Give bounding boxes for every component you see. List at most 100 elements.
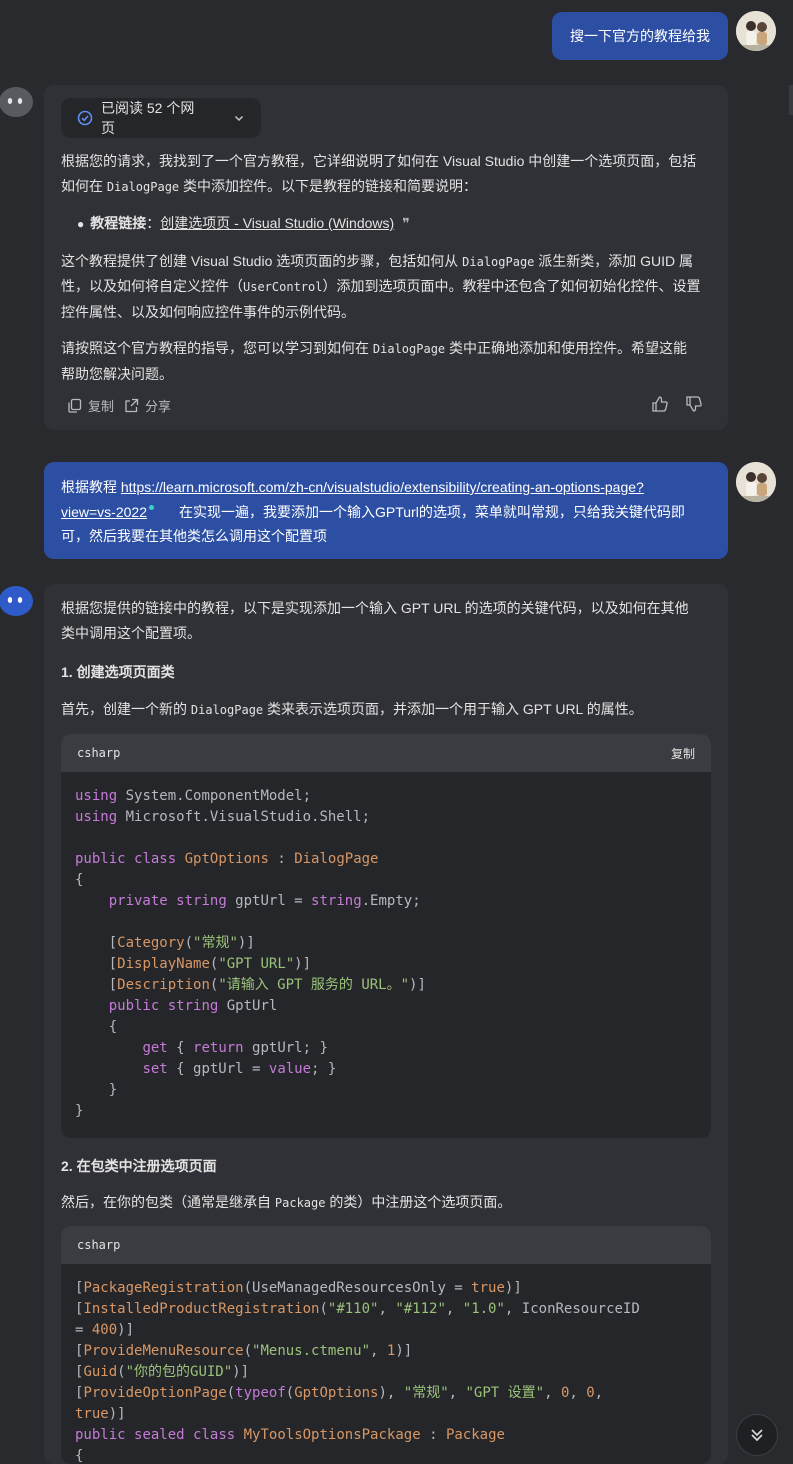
code-token: "你的包的GUID" [125, 1364, 233, 1380]
code-line: public string GptUrl [75, 996, 697, 1017]
code-token: .Empty; [361, 893, 421, 909]
paragraph: 帮助您解决问题。 [61, 365, 173, 382]
code-token: ; } [311, 1061, 337, 1077]
code-token: public [75, 1427, 126, 1443]
scroll-to-bottom-button[interactable] [736, 1414, 778, 1456]
thumbs-down-icon[interactable] [685, 395, 703, 416]
user-avatar[interactable] [736, 11, 776, 51]
tutorial-link[interactable]: 创建选项页 - Visual Studio (Windows) [160, 215, 394, 231]
share-button[interactable]: 分享 [124, 396, 171, 415]
code-token: 400 [91, 1322, 118, 1338]
code-content: [PackageRegistration(UseManagedResources… [61, 1264, 711, 1464]
code-token: : [268, 851, 295, 867]
paragraph: 这个教程提供了创建 Visual Studio 选项页面的步骤，包括如何从 Di… [61, 252, 694, 269]
paragraph: 根据您的请求，我找到了一个官方教程，它详细说明了如何在 Visual Studi… [61, 153, 697, 169]
code-token: class [134, 851, 177, 867]
code-token: DisplayName [117, 956, 210, 972]
code-token: ProvideMenuResource [83, 1343, 244, 1359]
scrollbar-thumb[interactable] [789, 85, 793, 115]
code-token: { [75, 1019, 118, 1035]
code-token: , [378, 1301, 396, 1317]
code-line: using System.ComponentModel; [75, 786, 697, 807]
code-line: [PackageRegistration(UseManagedResources… [75, 1278, 697, 1299]
code-token: )] [108, 1406, 126, 1422]
check-circle-icon [77, 110, 93, 126]
code-token: { [167, 1040, 194, 1056]
code-token: )] [232, 1364, 250, 1380]
paragraph: 请按照这个官方教程的指导，您可以学习到如何在 DialogPage 类中正确地添… [61, 340, 688, 356]
code-token: 0 [586, 1385, 595, 1401]
code-token: GptOptions [294, 1385, 379, 1401]
code-token: using [75, 788, 118, 804]
code-line: set { gptUrl = value; } [75, 1059, 697, 1080]
user-message-text: 搜一下官方的教程给我 [570, 28, 710, 44]
thumbs-up-icon[interactable] [651, 395, 669, 416]
code-line: get { return gptUrl; } [75, 1038, 697, 1059]
code-line: public class GptOptions : DialogPage [75, 849, 697, 870]
sources-read-dropdown[interactable]: 已阅读 52 个网页 [61, 98, 261, 138]
code-token: [ [75, 977, 118, 993]
inline-code: DialogPage [462, 254, 535, 269]
code-token: : [420, 1427, 446, 1443]
code-token: , [544, 1385, 561, 1401]
chevron-down-icon [233, 112, 245, 124]
code-token: ( [226, 1385, 236, 1401]
code-line: true)] [75, 1404, 697, 1425]
inline-code: UserControl [243, 280, 323, 294]
code-token: } [75, 1103, 84, 1119]
code-line: } [75, 1101, 697, 1122]
code-token: Description [117, 977, 210, 993]
copy-code-button[interactable]: 复制 [671, 745, 695, 762]
code-token: )] [395, 1343, 413, 1359]
code-block-header: csharp [61, 1226, 711, 1264]
code-token: "GPT URL" [218, 956, 295, 972]
code-language-label: csharp [77, 746, 121, 760]
code-token: true [75, 1406, 109, 1422]
code-token: string [311, 893, 362, 909]
code-token: ProvideOptionPage [83, 1385, 227, 1401]
code-token: string [176, 893, 227, 909]
code-token: typeof [235, 1385, 286, 1401]
user-message-bubble: 根据教程 https://learn.microsoft.com/zh-cn/v… [44, 462, 728, 559]
code-token: )] [294, 956, 312, 972]
user-message-bubble: 搜一下官方的教程给我 [552, 12, 728, 60]
reply2-intro: 根据您提供的链接中的教程，以下是实现添加一个输入 GPT URL 的选项的关键代… [61, 596, 721, 645]
inline-code: DialogPage [106, 179, 180, 194]
code-line: [Guid("你的包的GUID")] [75, 1362, 697, 1383]
code-token: using [75, 809, 118, 825]
code-block-header: csharp 复制 [61, 734, 711, 772]
paragraph: 根据您提供的链接中的教程，以下是实现添加一个输入 GPT URL 的选项的关键代… [61, 600, 689, 616]
paragraph: 控件属性、以及如何响应控件事件的示例代码。 [61, 303, 355, 320]
copy-label: 复制 [88, 399, 115, 414]
code-token: public [108, 998, 160, 1014]
code-token: set [142, 1061, 168, 1077]
code-token: GptUrl [218, 998, 278, 1014]
code-token: = [75, 1322, 92, 1338]
code-token: class [193, 1427, 236, 1443]
code-token: "请输入 GPT 服务的 URL。" [218, 977, 410, 993]
code-token: [ [75, 935, 118, 951]
code-line: [Description("请输入 GPT 服务的 URL。")] [75, 975, 697, 996]
code-token: System.ComponentModel; [117, 788, 312, 804]
code-token: } [75, 1082, 118, 1098]
code-token: , [594, 1385, 604, 1401]
quote-icon[interactable]: ❞ [402, 215, 410, 231]
code-token: ( [184, 935, 194, 951]
code-token: ( [319, 1301, 328, 1317]
code-token: )] [504, 1280, 522, 1296]
code-token: "常规" [403, 1385, 449, 1401]
copy-button[interactable]: 复制 [67, 396, 114, 415]
code-token: MyToolsOptionsPackage [243, 1427, 421, 1443]
paragraph: 如何在 DialogPage 类中添加控件。以下是教程的链接和简要说明： [61, 177, 478, 194]
user-avatar[interactable] [736, 462, 776, 502]
assistant-avatar [0, 85, 34, 121]
code-token: Category [117, 935, 185, 951]
code-token: (UseManagedResourcesOnly = [243, 1280, 472, 1296]
inline-code: Package [274, 1196, 326, 1210]
code-token: "GPT 设置" [465, 1385, 545, 1401]
code-token: gptUrl = [226, 893, 312, 909]
